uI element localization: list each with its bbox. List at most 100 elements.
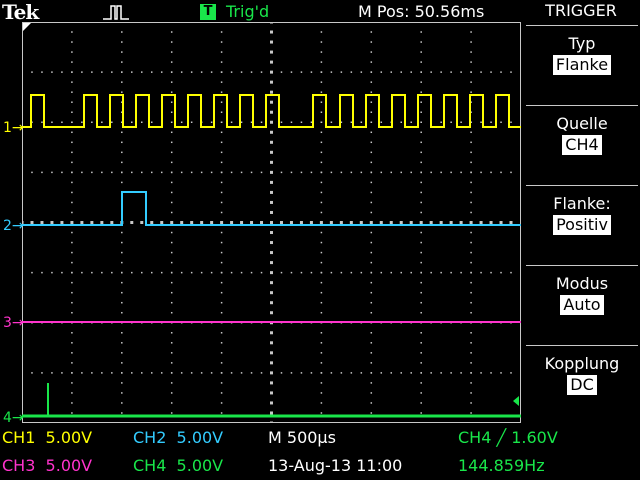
grid-dot: [270, 391, 273, 395]
grid-dot: [420, 311, 422, 314]
grid-dot: [71, 211, 73, 214]
grid-dot: [350, 171, 353, 174]
grid-dot: [420, 151, 422, 154]
grid-dot: [370, 412, 373, 414]
menu-item-label: Modus: [555, 274, 609, 293]
grid-dot: [490, 71, 492, 73]
grid-dot: [220, 51, 223, 53]
timebase: M 500µs: [268, 428, 336, 447]
grid-dot: [320, 352, 323, 354]
grid-dot: [400, 121, 402, 123]
grid-dot: [131, 71, 133, 73]
grid-dot: [450, 171, 452, 174]
grid-dot: [370, 101, 373, 103]
grid-dot: [220, 201, 223, 204]
grid-dot: [220, 221, 224, 224]
grid-dot: [160, 71, 163, 73]
trigger-position-marker[interactable]: [23, 23, 31, 31]
grid-dot: [440, 121, 442, 123]
ch1-ground-marker[interactable]: 1→: [3, 121, 24, 135]
grid-dot: [470, 151, 472, 154]
grid-dot: [470, 281, 472, 284]
grid-dot: [31, 372, 33, 374]
grid-dot: [320, 301, 323, 304]
grid-dot: [250, 171, 253, 174]
grid-dot: [170, 181, 173, 184]
ch2-ground-marker[interactable]: 2→: [3, 219, 24, 233]
grid-dot: [170, 332, 173, 334]
grid-dot: [111, 171, 113, 174]
ch4-ground-marker[interactable]: 4→: [3, 411, 24, 425]
grid-dot: [170, 372, 173, 374]
grid-dot: [170, 51, 173, 53]
grid-dot: [370, 31, 373, 33]
grid-dot: [340, 271, 343, 274]
grid-dot: [170, 422, 173, 423]
grid-dot: [430, 171, 432, 174]
grid-dot: [320, 382, 323, 384]
grid-dot: [240, 372, 243, 374]
ch1-scale: CH1 5.00V: [2, 428, 93, 447]
grid-dot: [170, 41, 173, 43]
grid-dot: [470, 241, 472, 244]
menu-item-flanke[interactable]: Flanke: Positiv: [526, 185, 638, 264]
ch3-ground-marker[interactable]: 3→: [3, 316, 24, 330]
grid-dot: [260, 372, 263, 374]
grid-dot: [270, 80, 273, 84]
grid-dot: [390, 372, 393, 374]
grid-dot: [470, 261, 472, 264]
grid-dot: [439, 221, 443, 224]
menu-item-typ[interactable]: Typ Flanke: [526, 25, 638, 104]
grid-dot: [71, 362, 73, 364]
grid-dot: [71, 201, 73, 204]
grid-dot: [320, 392, 323, 394]
grid-dot: [141, 271, 143, 274]
grid-dot: [320, 271, 323, 274]
grid-dot: [470, 402, 472, 404]
grid-dot: [220, 91, 223, 93]
grid-dot: [260, 221, 264, 224]
grid-dot: [31, 71, 33, 73]
grid-dot: [380, 71, 383, 73]
grid-dot: [200, 71, 203, 73]
grid-dot: [90, 221, 94, 224]
menu-item-modus[interactable]: Modus Auto: [526, 265, 638, 344]
grid-dot: [210, 121, 213, 123]
grid-dot: [500, 271, 502, 274]
grid-dot: [210, 171, 213, 174]
grid-dot: [370, 271, 373, 274]
grid-dot: [180, 71, 183, 73]
grid-dot: [270, 120, 273, 124]
grid-dot: [230, 121, 233, 123]
grid-dot: [71, 251, 73, 254]
grid-dot: [71, 101, 73, 103]
grid-dot: [370, 352, 373, 354]
grid-dot: [200, 372, 203, 374]
grid-dot: [240, 171, 243, 174]
grid-dot: [470, 342, 472, 344]
grid-dot: [410, 171, 412, 174]
grid-dot: [40, 221, 44, 224]
menu-item-quelle[interactable]: Quelle CH4: [526, 105, 638, 184]
trigger-level-marker[interactable]: [513, 396, 519, 406]
grid-dot: [70, 221, 74, 224]
grid-dot: [121, 251, 123, 254]
grid-dot: [500, 171, 502, 174]
grid-dot: [410, 71, 412, 73]
grid-dot: [290, 372, 293, 374]
grid-dot: [91, 271, 93, 274]
grid-dot: [370, 161, 373, 164]
grid-dot: [390, 271, 393, 274]
grid-dot: [141, 372, 143, 374]
grid-dot: [190, 372, 193, 374]
grid-dot: [330, 372, 333, 374]
grid-dot: [330, 121, 333, 123]
grid-dot: [170, 241, 173, 244]
grid-dot: [510, 121, 512, 123]
menu-item-kopplung[interactable]: Kopplung DC: [526, 345, 638, 424]
grid-dot: [170, 81, 173, 83]
grid-dot: [420, 211, 422, 214]
grid-dot: [270, 150, 273, 154]
grid-dot: [300, 121, 303, 123]
grid-dot: [340, 372, 343, 374]
